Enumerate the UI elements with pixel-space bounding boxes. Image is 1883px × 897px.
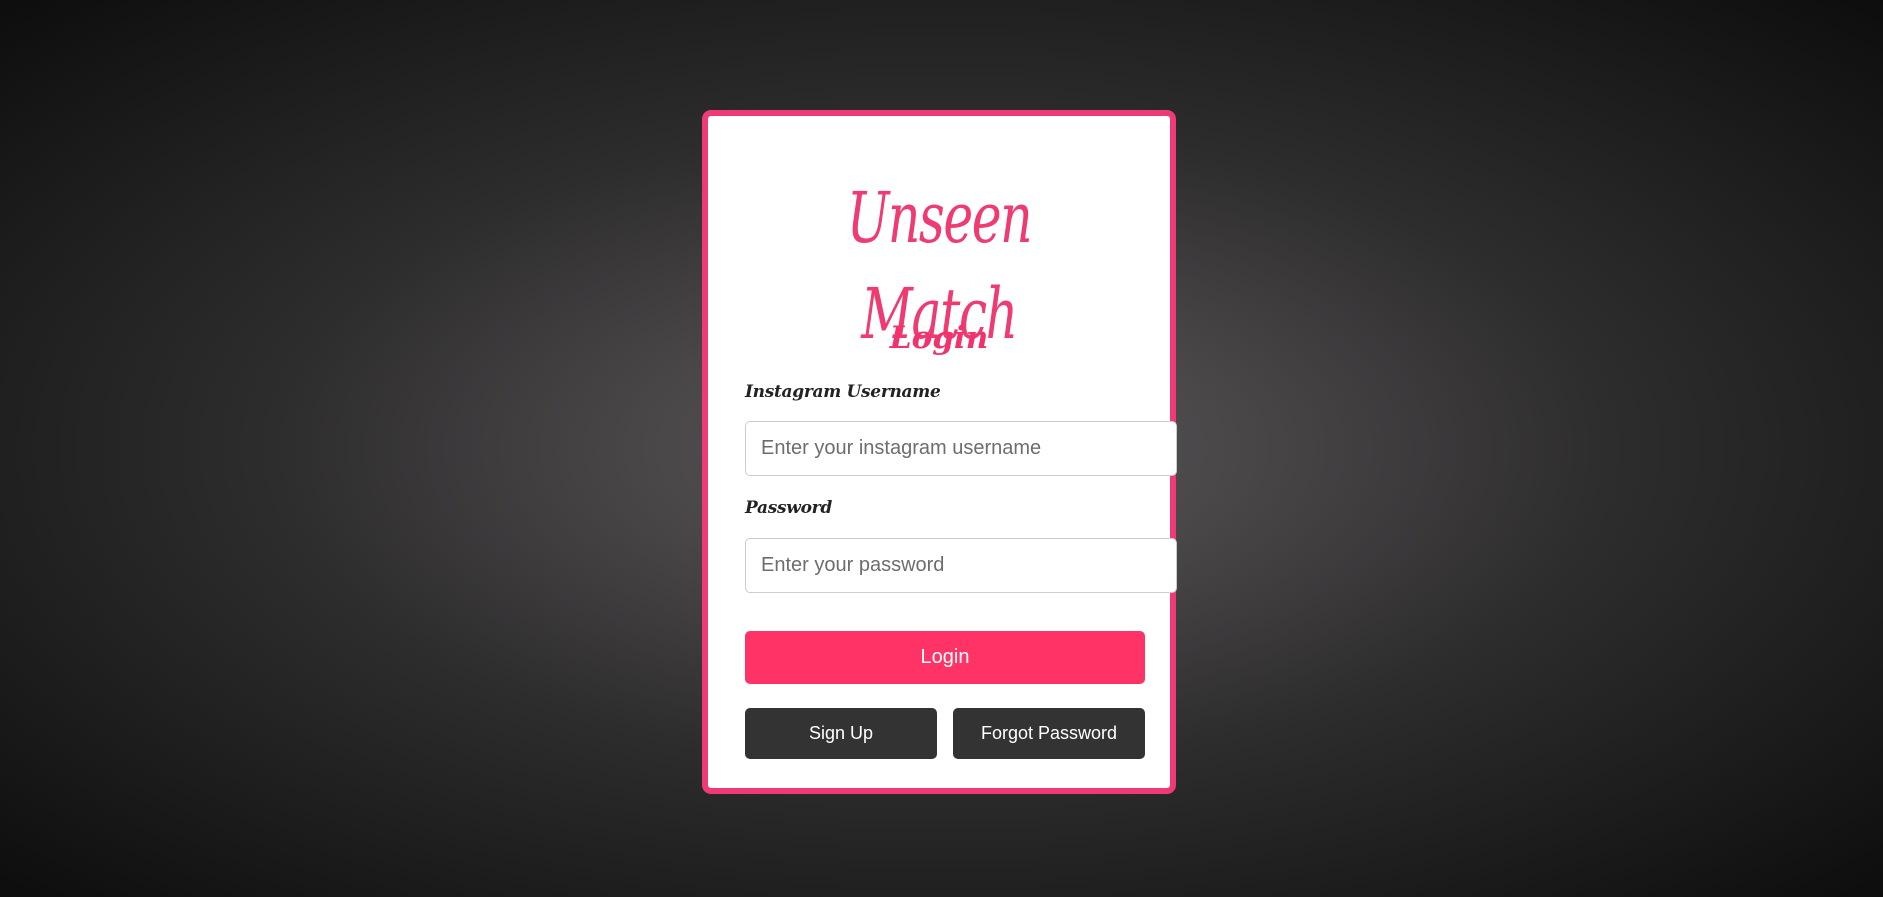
forgot-password-button[interactable]: Forgot Password (953, 708, 1145, 759)
password-input[interactable] (745, 538, 1177, 593)
username-label: Instagram Username (745, 382, 941, 402)
page-title: Login (889, 320, 989, 356)
sign-up-button[interactable]: Sign Up (745, 708, 937, 759)
login-button[interactable]: Login (745, 631, 1145, 684)
username-input[interactable] (745, 421, 1177, 476)
login-card: Unseen Match Login Instagram Username Pa… (702, 110, 1177, 794)
password-label: Password (745, 498, 832, 518)
